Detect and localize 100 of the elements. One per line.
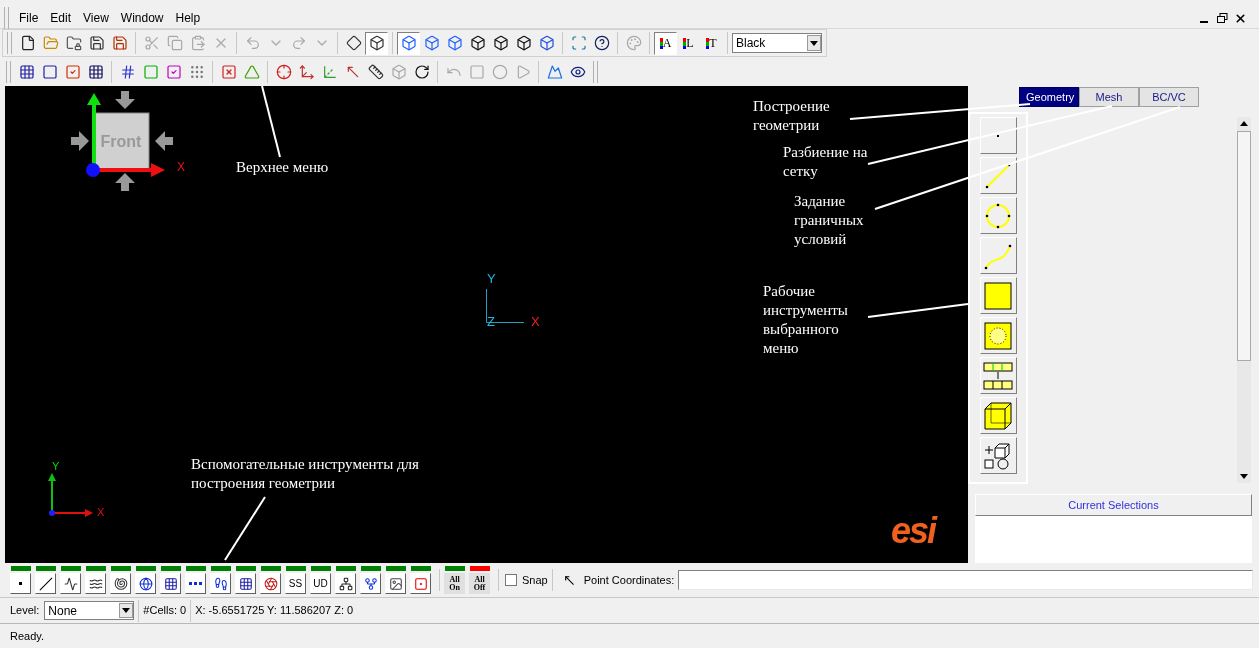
annotation-text: Рабочие инструменты выбранного меню (763, 282, 849, 358)
toggle-all-button[interactable]: All On (444, 573, 465, 594)
logo: esi (891, 511, 936, 551)
tool-button[interactable] (160, 573, 181, 594)
crosshair-icon (275, 63, 292, 80)
cube-icon (390, 63, 407, 80)
grid-icon (87, 63, 104, 80)
cube-icon (492, 35, 509, 51)
color-select[interactable]: Black (732, 33, 822, 53)
level-select[interactable]: None (44, 601, 135, 620)
shell-icon (113, 576, 128, 591)
menu-item[interactable]: Window (114, 9, 170, 27)
annotation-text: Задание граничных условий (794, 192, 865, 249)
globe-icon (138, 576, 153, 591)
tool-button[interactable] (385, 573, 406, 594)
checked-square-icon (64, 63, 81, 80)
square-icon (468, 63, 485, 80)
cube-icon (423, 35, 440, 51)
tool-button[interactable] (185, 573, 206, 594)
crossed-square-icon (220, 63, 237, 80)
grid-icon (238, 576, 253, 591)
tool-button[interactable]: SS (285, 573, 306, 594)
cube-icon (982, 399, 1014, 432)
tool-button[interactable] (135, 573, 156, 594)
restore-icon (1216, 13, 1228, 23)
grid-icon (18, 63, 35, 80)
tool-button[interactable] (110, 573, 131, 594)
color-bars-icon (683, 37, 687, 49)
tab[interactable]: Mesh (1079, 87, 1139, 107)
tool-button[interactable] (260, 573, 281, 594)
cube-icon (538, 35, 555, 51)
locked-folder-icon (65, 35, 82, 51)
paste-icon (189, 35, 206, 51)
fit-view-icon (570, 35, 587, 51)
axes-icon (298, 63, 315, 80)
tab[interactable]: Geometry (1019, 87, 1079, 107)
annotation-text: Разбиение на сетку (783, 143, 869, 181)
toolbar-button[interactable]: A (654, 31, 677, 55)
split-icon (982, 359, 1014, 392)
help-icon (593, 35, 610, 51)
snap-label: Snap (522, 572, 548, 588)
mountain-icon (546, 63, 563, 80)
toolbar-button[interactable]: L (677, 31, 700, 55)
tool-button[interactable] (85, 573, 106, 594)
network-icon (338, 576, 353, 591)
annotation-text: Верхнее меню (236, 158, 330, 177)
toolbar-button[interactable]: T (700, 31, 723, 55)
cube-icon (368, 35, 385, 51)
axis-label: Y (52, 459, 60, 474)
current-selections-button[interactable]: Current Selections (975, 494, 1252, 516)
menu-item[interactable]: Edit (44, 9, 78, 27)
ruler-icon (367, 63, 384, 80)
square-hole-icon (982, 319, 1014, 352)
menu-item[interactable]: File (13, 9, 45, 27)
tool-button[interactable] (10, 573, 31, 594)
tool-button[interactable] (35, 573, 56, 594)
tool-button[interactable] (410, 573, 431, 594)
fork-icon (363, 576, 378, 591)
tool-button[interactable]: UD (310, 573, 331, 594)
axis-label: Y (487, 270, 496, 288)
snap-checkbox[interactable] (505, 574, 517, 586)
checked-square-icon (165, 63, 182, 80)
restore-button[interactable] (1215, 11, 1229, 25)
color-bars-icon (659, 37, 663, 49)
tool-button[interactable] (60, 573, 81, 594)
menu-item[interactable]: View (77, 9, 115, 27)
dot-grid-icon (188, 63, 205, 80)
close-button[interactable] (1233, 11, 1247, 25)
toolbar-button[interactable] (365, 31, 388, 55)
tool-button[interactable] (335, 573, 356, 594)
cursor-coordinates: X: -5.6551725 Y: 11.586207 Z: 0 (195, 603, 354, 619)
tool-button[interactable] (210, 573, 231, 594)
toggle-all-button[interactable]: All Off (469, 573, 490, 594)
tool-button[interactable] (235, 573, 256, 594)
scrollbar[interactable] (1237, 117, 1251, 483)
tab[interactable]: BC/VC (1139, 87, 1199, 107)
axes-icon (321, 63, 338, 80)
status-text: Ready. (10, 628, 45, 644)
square-icon (41, 63, 58, 80)
caret-icon (122, 608, 131, 613)
wave-icon (63, 576, 78, 591)
menu-item[interactable]: Help (169, 9, 207, 27)
tool-button[interactable] (979, 397, 1017, 434)
axis-label: X (531, 313, 540, 331)
line-icon (38, 576, 53, 591)
scissors-icon (143, 35, 160, 51)
rotate-icon (413, 63, 430, 80)
square-icon (982, 279, 1014, 312)
tool-button[interactable] (360, 573, 381, 594)
cube-icon (446, 35, 463, 51)
tool-button[interactable] (979, 437, 1017, 474)
axis-label: X (97, 505, 105, 520)
cube-icon (400, 35, 417, 51)
square-icon (142, 63, 159, 80)
grid-icon (163, 576, 178, 591)
color-bars-icon (706, 37, 710, 49)
palette-icon (625, 35, 642, 51)
steps-icon (213, 576, 228, 591)
shape-icon (345, 35, 362, 51)
point-coordinates-field[interactable] (678, 570, 1253, 590)
